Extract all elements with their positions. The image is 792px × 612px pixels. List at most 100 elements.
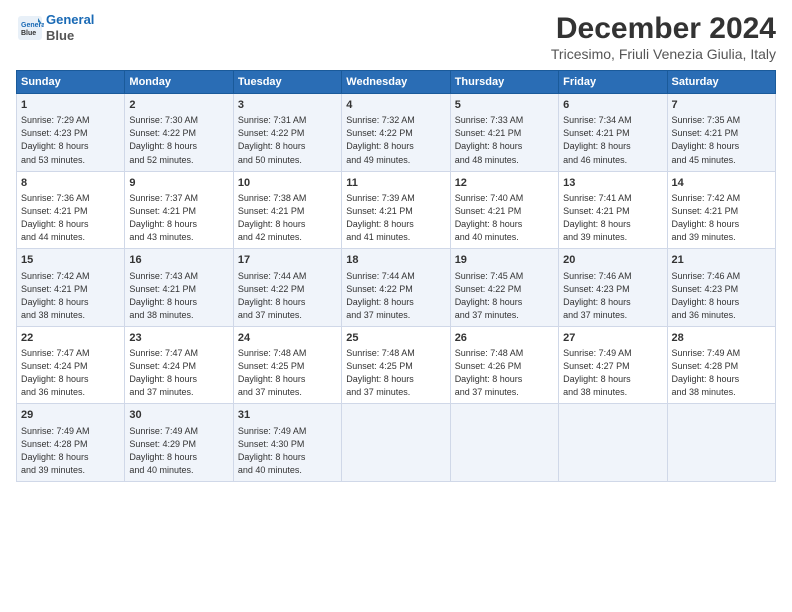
calendar-cell: 28Sunrise: 7:49 AMSunset: 4:28 PMDayligh… [667, 326, 775, 404]
cell-line: Daylight: 8 hours [455, 140, 554, 153]
cell-line: Daylight: 8 hours [21, 373, 120, 386]
cell-line: and 37 minutes. [129, 386, 228, 399]
page: General Blue General Blue December 2024 … [0, 0, 792, 490]
cell-line: Sunset: 4:25 PM [346, 360, 445, 373]
cell-line: and 40 minutes. [455, 231, 554, 244]
cell-info: Sunrise: 7:46 AMSunset: 4:23 PMDaylight:… [563, 270, 662, 322]
cell-info: Sunrise: 7:31 AMSunset: 4:22 PMDaylight:… [238, 114, 337, 166]
day-number: 20 [563, 253, 662, 268]
cell-line: Sunrise: 7:39 AM [346, 192, 445, 205]
header-day-sunday: Sunday [17, 71, 125, 94]
calendar-cell: 29Sunrise: 7:49 AMSunset: 4:28 PMDayligh… [17, 404, 125, 482]
calendar-cell [559, 404, 667, 482]
calendar-cell: 19Sunrise: 7:45 AMSunset: 4:22 PMDayligh… [450, 249, 558, 327]
cell-line: Sunrise: 7:34 AM [563, 114, 662, 127]
cell-line: Sunrise: 7:43 AM [129, 270, 228, 283]
calendar-header: SundayMondayTuesdayWednesdayThursdayFrid… [17, 71, 776, 94]
cell-line: Sunrise: 7:47 AM [21, 347, 120, 360]
week-row-1: 1Sunrise: 7:29 AMSunset: 4:23 PMDaylight… [17, 94, 776, 172]
cell-line: Daylight: 8 hours [238, 373, 337, 386]
cell-info: Sunrise: 7:48 AMSunset: 4:25 PMDaylight:… [238, 347, 337, 399]
cell-line: Sunset: 4:21 PM [346, 205, 445, 218]
cell-line: Daylight: 8 hours [563, 373, 662, 386]
cell-line: Sunset: 4:21 PM [129, 205, 228, 218]
cell-line: Daylight: 8 hours [672, 218, 771, 231]
cell-line: Sunrise: 7:47 AM [129, 347, 228, 360]
cell-line: Sunrise: 7:49 AM [129, 425, 228, 438]
cell-line: Sunset: 4:24 PM [129, 360, 228, 373]
cell-line: Sunrise: 7:44 AM [346, 270, 445, 283]
calendar-cell: 9Sunrise: 7:37 AMSunset: 4:21 PMDaylight… [125, 171, 233, 249]
day-number: 15 [21, 253, 120, 268]
calendar-cell: 8Sunrise: 7:36 AMSunset: 4:21 PMDaylight… [17, 171, 125, 249]
day-number: 27 [563, 331, 662, 346]
cell-line: and 46 minutes. [563, 154, 662, 167]
cell-line: Sunset: 4:22 PM [129, 127, 228, 140]
cell-line: Sunrise: 7:49 AM [238, 425, 337, 438]
calendar-cell [667, 404, 775, 482]
header-day-wednesday: Wednesday [342, 71, 450, 94]
cell-line: Sunrise: 7:37 AM [129, 192, 228, 205]
cell-info: Sunrise: 7:47 AMSunset: 4:24 PMDaylight:… [129, 347, 228, 399]
cell-info: Sunrise: 7:43 AMSunset: 4:21 PMDaylight:… [129, 270, 228, 322]
cell-line: Sunset: 4:23 PM [563, 283, 662, 296]
calendar-cell: 22Sunrise: 7:47 AMSunset: 4:24 PMDayligh… [17, 326, 125, 404]
cell-info: Sunrise: 7:35 AMSunset: 4:21 PMDaylight:… [672, 114, 771, 166]
cell-line: and 41 minutes. [346, 231, 445, 244]
day-number: 10 [238, 176, 337, 191]
cell-line: and 49 minutes. [346, 154, 445, 167]
header-day-saturday: Saturday [667, 71, 775, 94]
cell-line: Sunrise: 7:42 AM [21, 270, 120, 283]
cell-line: Sunrise: 7:44 AM [238, 270, 337, 283]
cell-info: Sunrise: 7:40 AMSunset: 4:21 PMDaylight:… [455, 192, 554, 244]
calendar-cell: 2Sunrise: 7:30 AMSunset: 4:22 PMDaylight… [125, 94, 233, 172]
logo-icon: General Blue [16, 14, 44, 42]
day-number: 9 [129, 176, 228, 191]
day-number: 1 [21, 98, 120, 113]
header-day-thursday: Thursday [450, 71, 558, 94]
cell-line: and 44 minutes. [21, 231, 120, 244]
cell-line: Sunrise: 7:36 AM [21, 192, 120, 205]
cell-line: Daylight: 8 hours [455, 296, 554, 309]
cell-line: Sunset: 4:28 PM [21, 438, 120, 451]
cell-line: Sunrise: 7:38 AM [238, 192, 337, 205]
cell-line: Daylight: 8 hours [238, 140, 337, 153]
cell-line: Daylight: 8 hours [563, 218, 662, 231]
cell-line: Daylight: 8 hours [455, 218, 554, 231]
svg-text:Blue: Blue [21, 30, 36, 37]
cell-info: Sunrise: 7:42 AMSunset: 4:21 PMDaylight:… [672, 192, 771, 244]
calendar-cell: 6Sunrise: 7:34 AMSunset: 4:21 PMDaylight… [559, 94, 667, 172]
week-row-5: 29Sunrise: 7:49 AMSunset: 4:28 PMDayligh… [17, 404, 776, 482]
cell-line: and 38 minutes. [129, 309, 228, 322]
cell-line: Sunrise: 7:49 AM [563, 347, 662, 360]
cell-line: Sunset: 4:21 PM [455, 127, 554, 140]
cell-line: Daylight: 8 hours [455, 373, 554, 386]
day-number: 7 [672, 98, 771, 113]
cell-info: Sunrise: 7:39 AMSunset: 4:21 PMDaylight:… [346, 192, 445, 244]
calendar-cell: 27Sunrise: 7:49 AMSunset: 4:27 PMDayligh… [559, 326, 667, 404]
header-day-friday: Friday [559, 71, 667, 94]
day-number: 17 [238, 253, 337, 268]
cell-line: Daylight: 8 hours [346, 140, 445, 153]
cell-line: Sunset: 4:21 PM [672, 205, 771, 218]
cell-line: Sunset: 4:23 PM [21, 127, 120, 140]
day-number: 6 [563, 98, 662, 113]
cell-line: Sunset: 4:30 PM [238, 438, 337, 451]
cell-info: Sunrise: 7:47 AMSunset: 4:24 PMDaylight:… [21, 347, 120, 399]
day-number: 19 [455, 253, 554, 268]
cell-line: Sunset: 4:27 PM [563, 360, 662, 373]
cell-line: and 37 minutes. [563, 309, 662, 322]
cell-line: Sunset: 4:26 PM [455, 360, 554, 373]
week-row-4: 22Sunrise: 7:47 AMSunset: 4:24 PMDayligh… [17, 326, 776, 404]
cell-info: Sunrise: 7:49 AMSunset: 4:28 PMDaylight:… [21, 425, 120, 477]
cell-info: Sunrise: 7:36 AMSunset: 4:21 PMDaylight:… [21, 192, 120, 244]
cell-line: Sunrise: 7:48 AM [455, 347, 554, 360]
cell-line: and 37 minutes. [238, 386, 337, 399]
day-number: 4 [346, 98, 445, 113]
calendar-cell: 5Sunrise: 7:33 AMSunset: 4:21 PMDaylight… [450, 94, 558, 172]
cell-line: Daylight: 8 hours [346, 296, 445, 309]
cell-line: Sunrise: 7:49 AM [672, 347, 771, 360]
cell-line: and 37 minutes. [346, 309, 445, 322]
cell-line: Sunset: 4:21 PM [21, 205, 120, 218]
day-number: 24 [238, 331, 337, 346]
